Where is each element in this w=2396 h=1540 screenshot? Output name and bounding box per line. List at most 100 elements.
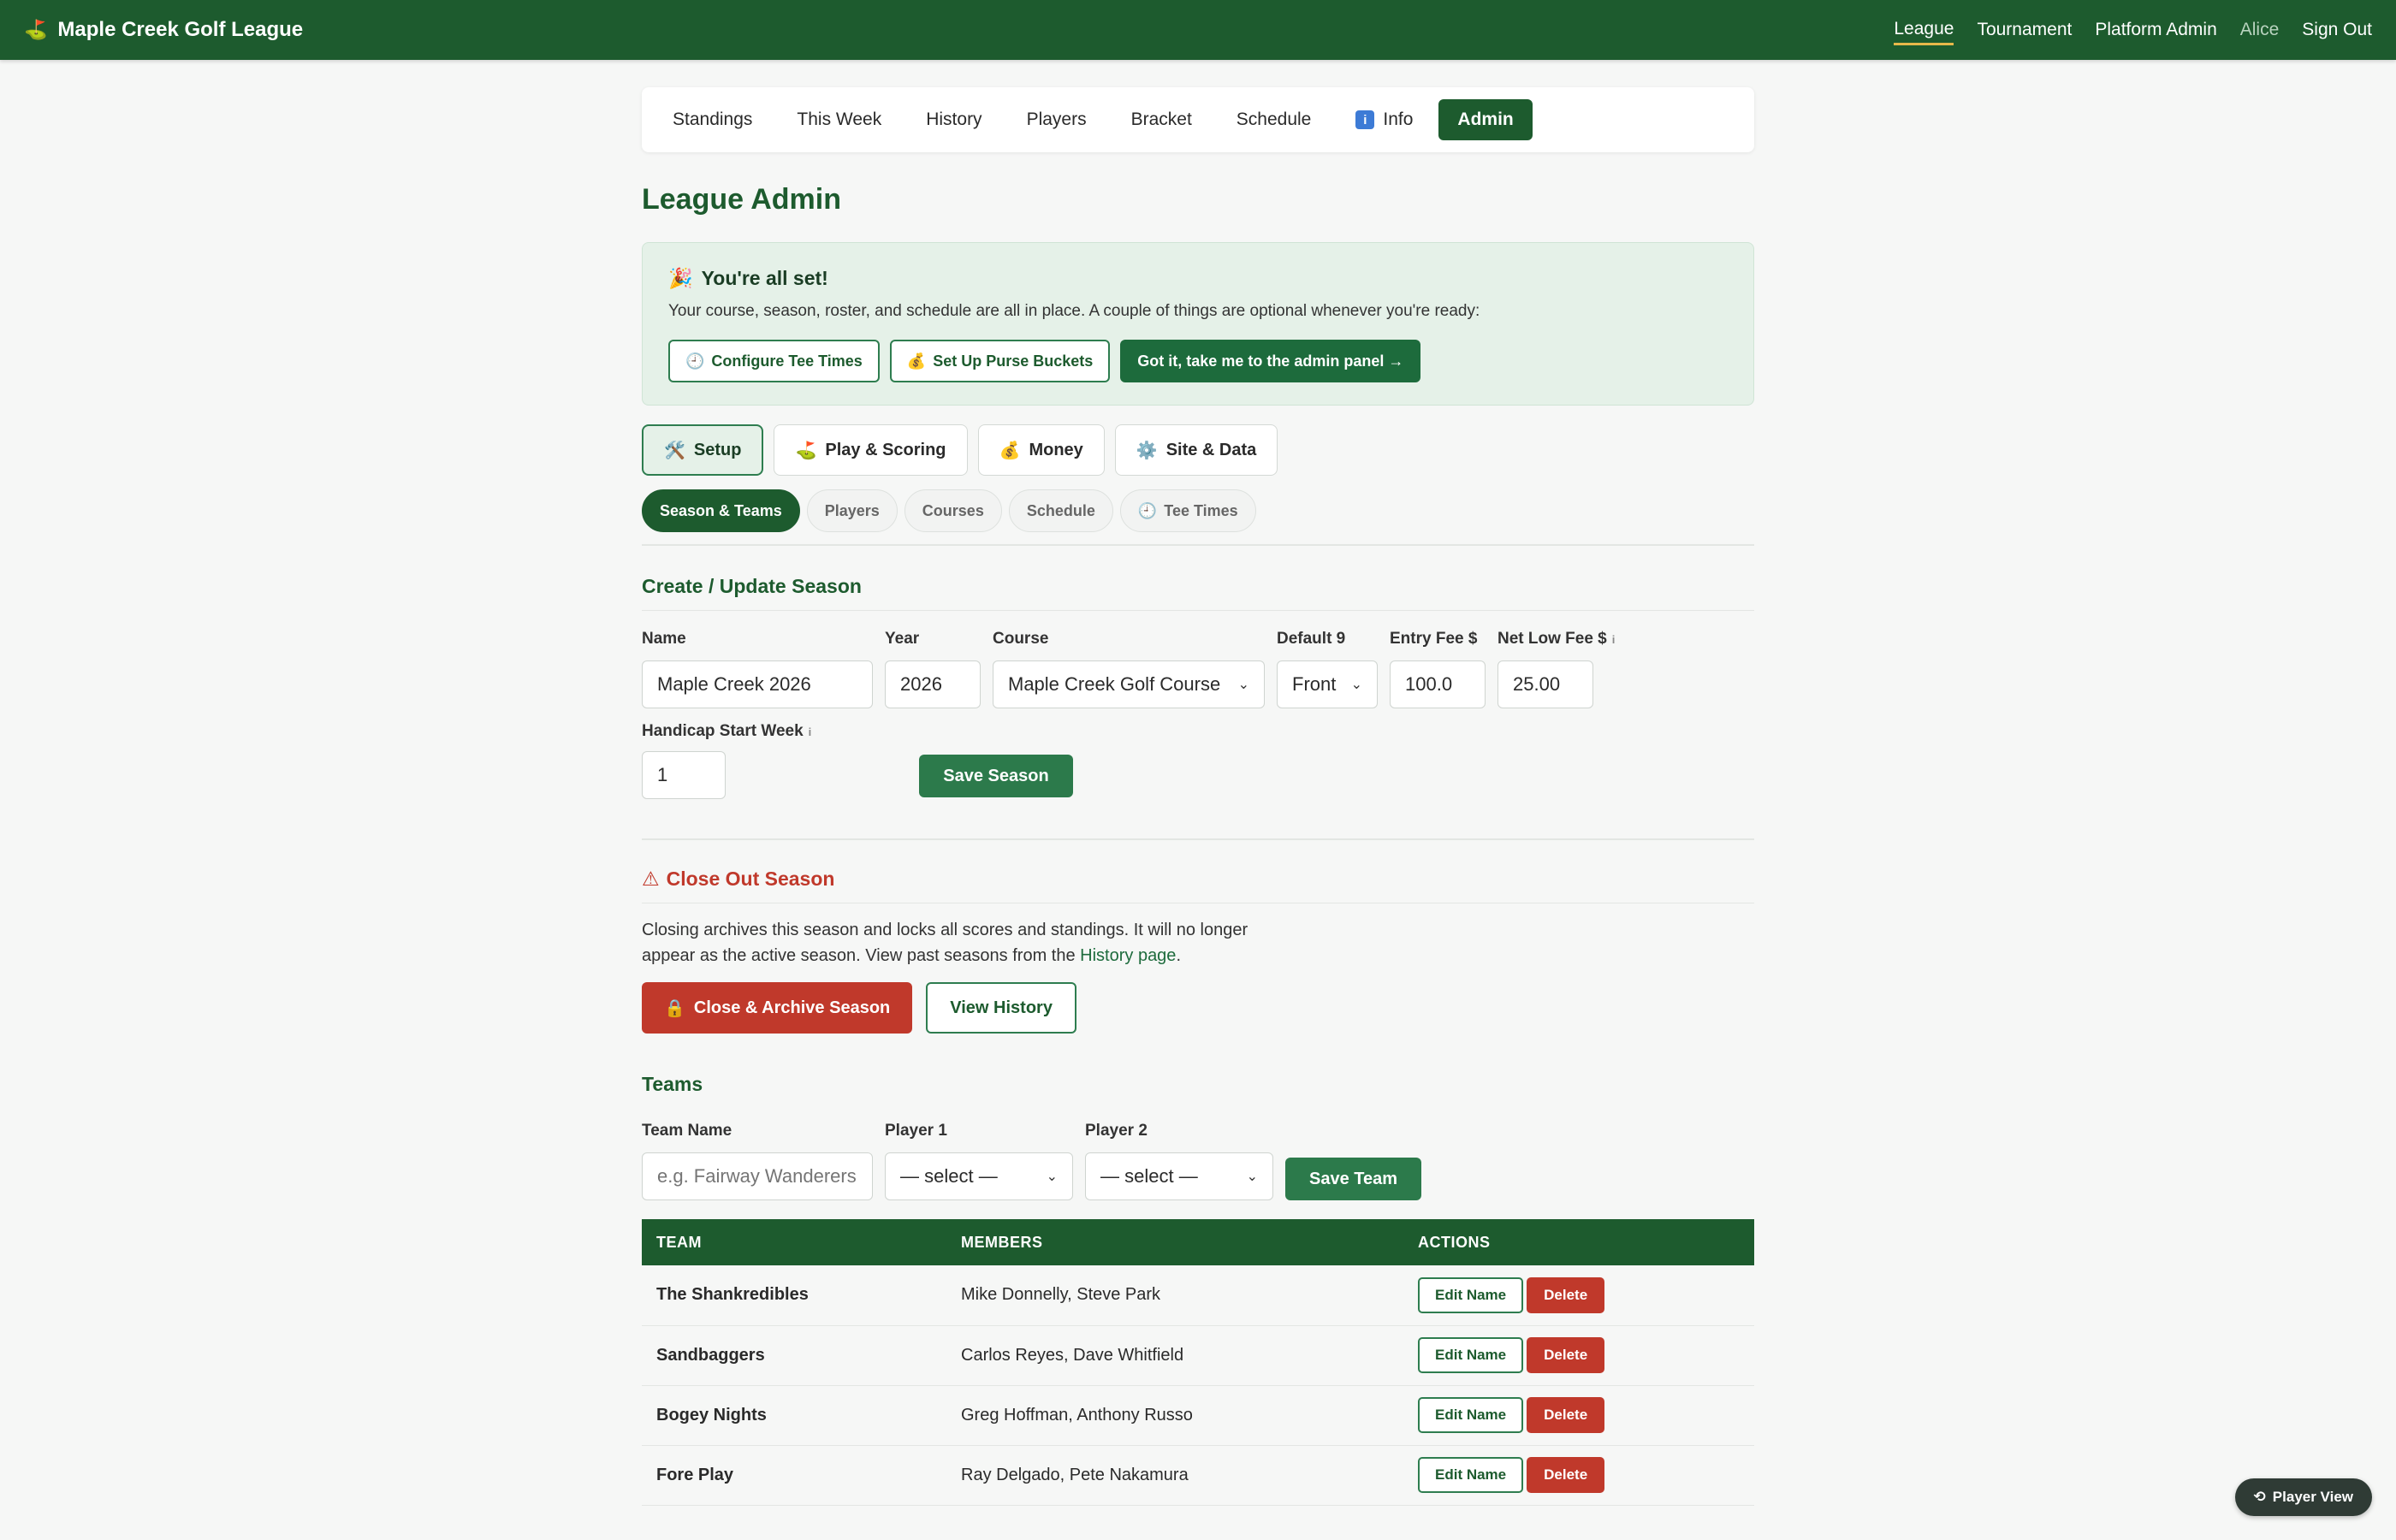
season-section: Create / Update Season Name Maple Creek … [642,575,1754,799]
delete-button[interactable]: Delete [1527,1337,1605,1373]
edit-name-button[interactable]: Edit Name [1418,1457,1524,1493]
cat-tab-setup[interactable]: 🛠️ Setup [642,424,764,476]
team-name-cell: Fore Play [642,1445,946,1506]
edit-name-button[interactable]: Edit Name [1418,1276,1524,1313]
season-course-field: Course Maple Creek Golf Course ⌄ [993,630,1265,708]
setup-complete-banner: 🎉 You're all set! Your course, season, r… [642,242,1754,406]
sub-tab-courses[interactable]: Courses [904,489,1002,532]
league-tabs: Standings This Week History Players Brac… [642,87,1754,152]
player2-select[interactable]: — select — ⌄ [1085,1152,1273,1200]
sub-tab-tee-times[interactable]: 🕘 Tee Times [1119,489,1256,532]
configure-tee-times-label: Configure Tee Times [711,352,863,370]
save-season-button[interactable]: Save Season [919,755,1073,797]
brand-title: Maple Creek Golf League [57,18,304,41]
tab-bracket[interactable]: Bracket [1112,99,1211,140]
delete-button[interactable]: Delete [1527,1276,1605,1313]
golf-flag-icon: ⛳ [24,19,48,40]
season-form-row-2: Handicap Start Week i 1 Save Season [642,722,1754,799]
cat-tab-site-label: Site & Data [1165,440,1257,459]
entry-fee-input[interactable]: 100.0 [1390,660,1486,708]
edit-name-button[interactable]: Edit Name [1418,1397,1524,1433]
refresh-icon: ⟲ [2253,1489,2266,1505]
teams-section: Teams Team Name Player 1 — select — ⌄ Pl… [642,1073,1754,1506]
handicap-start-input[interactable]: 1 [642,751,726,799]
tab-admin[interactable]: Admin [1438,99,1533,140]
tab-info-label: Info [1383,110,1414,129]
team-actions-cell: Edit Name Delete [1403,1265,1754,1326]
player-view-label: Player View [2272,1489,2353,1505]
season-name-input[interactable]: Maple Creek 2026 [642,660,873,708]
team-name-field: Team Name [642,1122,873,1200]
party-popper-icon: 🎉 [668,267,693,289]
close-out-description: Closing archives this season and locks a… [642,917,1292,968]
close-archive-label: Close & Archive Season [693,998,891,1017]
cat-tab-site-data[interactable]: ⚙️ Site & Data [1114,424,1278,476]
handicap-start-label: Handicap Start Week i [642,722,811,741]
default9-field: Default 9 Front ⌄ [1277,630,1378,708]
team-name-cell: The Shankredibles [642,1265,946,1326]
info-hint-icon[interactable]: i [809,726,812,738]
course-select[interactable]: Maple Creek Golf Course ⌄ [993,660,1265,708]
nav-tournament[interactable]: Tournament [1977,16,2072,44]
season-section-title: Create / Update Season [642,575,1754,611]
clock-icon: 🕘 [1137,501,1158,519]
player1-select[interactable]: — select — ⌄ [885,1152,1073,1200]
teams-table-header: TEAM MEMBERS ACTIONS [642,1219,1754,1265]
edit-name-button[interactable]: Edit Name [1418,1337,1524,1373]
cat-tab-money[interactable]: 💰 Money [977,424,1105,476]
season-form-row-1: Name Maple Creek 2026 Year 2026 Course M… [642,630,1754,708]
team-actions-cell: Edit Name Delete [1403,1385,1754,1446]
tab-schedule[interactable]: Schedule [1218,99,1331,140]
golf-flag-icon: ⛳ [795,441,817,460]
net-low-fee-input[interactable]: 25.00 [1498,660,1593,708]
configure-tee-times-button[interactable]: 🕘 Configure Tee Times [668,340,880,382]
chevron-down-icon: ⌄ [1350,678,1362,692]
team-name-cell: Sandbaggers [642,1325,946,1386]
sub-tab-schedule[interactable]: Schedule [1008,489,1113,532]
nav-platform-admin[interactable]: Platform Admin [2095,16,2216,44]
default9-select[interactable]: Front ⌄ [1277,660,1378,708]
view-history-button[interactable]: View History [926,982,1076,1034]
save-team-button[interactable]: Save Team [1285,1158,1422,1200]
entry-fee-label: Entry Fee $ [1390,630,1478,648]
team-members-cell: Carlos Reyes, Dave Whitfield [946,1325,1403,1386]
info-icon: i [1355,110,1375,129]
tab-standings[interactable]: Standings [654,99,771,140]
default9-label: Default 9 [1277,630,1346,648]
cat-tab-play-scoring[interactable]: ⛳ Play & Scoring [774,424,968,476]
tab-history[interactable]: History [907,99,1000,140]
set-up-purse-button[interactable]: 💰 Set Up Purse Buckets [889,340,1111,382]
course-select-value: Maple Creek Golf Course [1008,673,1221,695]
season-year-input[interactable]: 2026 [885,660,981,708]
default9-value: Front [1292,673,1337,695]
close-archive-season-button[interactable]: 🔒 Close & Archive Season [642,982,913,1034]
nav-league[interactable]: League [1894,15,1954,45]
cat-tab-money-label: Money [1029,440,1083,459]
sub-tab-players[interactable]: Players [806,489,898,532]
close-out-section: ⚠ Close Out Season Closing archives this… [642,868,1754,1034]
team-name-input[interactable] [642,1152,873,1200]
brand[interactable]: ⛳ Maple Creek Golf League [24,18,303,42]
warning-icon: ⚠ [642,868,660,890]
tab-players[interactable]: Players [1008,99,1106,140]
tab-info[interactable]: i Info [1337,99,1432,140]
sign-out-link[interactable]: Sign Out [2302,16,2372,44]
tools-icon: 🛠️ [664,441,685,460]
delete-button[interactable]: Delete [1527,1397,1605,1433]
sub-tab-season-teams[interactable]: Season & Teams [642,489,800,532]
player1-label: Player 1 [885,1122,947,1140]
delete-button[interactable]: Delete [1527,1457,1605,1493]
go-to-admin-panel-button[interactable]: Got it, take me to the admin panel → [1120,340,1421,382]
player-view-button[interactable]: ⟲ Player View [2234,1478,2372,1516]
section-divider [642,838,1754,840]
info-hint-icon[interactable]: i [1612,633,1616,646]
player2-label: Player 2 [1085,1122,1148,1140]
handicap-start-field: Handicap Start Week i 1 [642,722,811,799]
top-nav: League Tournament Platform Admin Alice S… [1894,15,2372,45]
history-page-link[interactable]: History page [1080,946,1176,965]
close-out-title: Close Out Season [666,868,835,890]
sub-tab-tee-times-label: Tee Times [1164,501,1238,519]
season-name-field: Name Maple Creek 2026 [642,630,873,708]
tab-this-week[interactable]: This Week [778,99,900,140]
col-actions: ACTIONS [1403,1219,1754,1265]
